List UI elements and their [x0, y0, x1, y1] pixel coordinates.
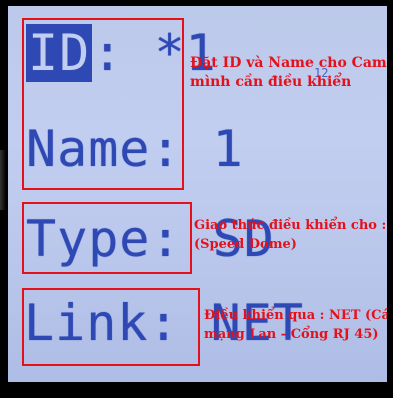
type-annotation: Giao thức điều khiển cho : SD (Speed Dom… [194, 216, 387, 254]
id-name-annotation-line1: Đặt ID và Name cho Camera [190, 55, 387, 71]
camera-controller-photo: ID: *1 12 Name: 1 Type: SD Link: NET Đặt… [0, 0, 393, 398]
type-highlight-box [22, 202, 192, 274]
link-annotation-line1: Điều khiển qua : NET (Cáp [204, 308, 387, 323]
link-annotation-line2: mạng Lan - Cổng RJ 45) [204, 327, 379, 342]
id-name-annotation: Đặt ID và Name cho Camera mình cần điều … [190, 54, 387, 92]
device-edge [0, 150, 6, 210]
link-highlight-box [22, 288, 200, 366]
id-name-annotation-line2: mình cần điều khiển [190, 74, 352, 90]
id-name-highlight-box [22, 18, 184, 190]
type-annotation-line1: Giao thức điều khiển cho : SD [194, 218, 387, 233]
type-annotation-line2: (Speed Dome) [194, 237, 297, 252]
link-annotation: Điều khiển qua : NET (Cáp mạng Lan - Cổn… [204, 306, 387, 344]
lcd-screen: ID: *1 12 Name: 1 Type: SD Link: NET Đặt… [8, 6, 387, 382]
